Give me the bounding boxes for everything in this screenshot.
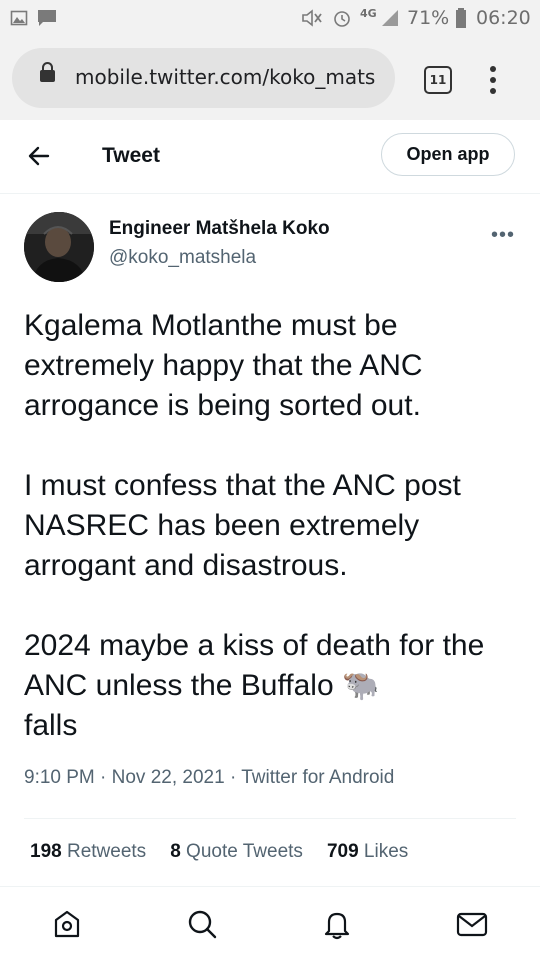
- author-handle[interactable]: @koko_matshela: [109, 247, 256, 269]
- chat-icon: [38, 10, 56, 26]
- tweet-timestamp[interactable]: 9:10 PM · Nov 22, 2021 · Twitter for And…: [24, 767, 394, 789]
- address-bar[interactable]: mobile.twitter.com/koko_mats: [12, 48, 395, 108]
- gallery-icon: [10, 10, 28, 26]
- likes-count: 709: [326, 841, 359, 862]
- tweet-stats: 198 Retweets 8 Quote Tweets 709 Likes: [30, 841, 408, 863]
- likes-label: Likes: [363, 841, 409, 862]
- likes-stat[interactable]: 709 Likes: [327, 841, 408, 862]
- battery-percent: 71%: [407, 7, 450, 29]
- quotes-count: 8: [170, 841, 181, 862]
- browser-toolbar: mobile.twitter.com/koko_mats 11: [0, 38, 540, 120]
- page-title: Tweet: [102, 144, 160, 167]
- search-icon[interactable]: [185, 907, 219, 941]
- browser-menu-icon[interactable]: [490, 66, 498, 99]
- alarm-icon: [334, 11, 350, 27]
- back-arrow-icon[interactable]: [26, 143, 52, 169]
- quotes-label: Quote Tweets: [186, 841, 303, 862]
- status-bar: 4G 71% 06:20: [0, 0, 540, 38]
- messages-icon[interactable]: [455, 907, 489, 941]
- open-app-button[interactable]: Open app: [381, 133, 515, 176]
- url-text[interactable]: mobile.twitter.com/koko_mats: [75, 65, 385, 89]
- tweet-header: Tweet Open app: [0, 120, 540, 194]
- retweets-stat[interactable]: 198 Retweets: [30, 841, 146, 862]
- tweet-text: Kgalema Motlanthe must be extremely happ…: [24, 309, 485, 742]
- lock-icon: [40, 62, 55, 82]
- author-name[interactable]: Engineer Matšhela Koko: [109, 218, 330, 240]
- mute-icon: [302, 9, 322, 27]
- network-type: 4G: [360, 7, 377, 20]
- notifications-icon[interactable]: [320, 907, 354, 941]
- battery-icon: [456, 8, 466, 28]
- quote-tweets-stat[interactable]: 8 Quote Tweets: [170, 841, 303, 862]
- clock: 06:20: [476, 7, 531, 29]
- signal-icon: [382, 10, 398, 26]
- more-options-icon[interactable]: •••: [491, 224, 515, 247]
- retweets-count: 198: [30, 841, 62, 862]
- home-icon[interactable]: [50, 907, 84, 941]
- bottom-nav: [0, 887, 540, 960]
- divider: [24, 818, 516, 819]
- retweets-label: Retweets: [66, 841, 147, 862]
- tab-switcher-button[interactable]: 11: [424, 66, 452, 94]
- avatar[interactable]: [24, 212, 94, 282]
